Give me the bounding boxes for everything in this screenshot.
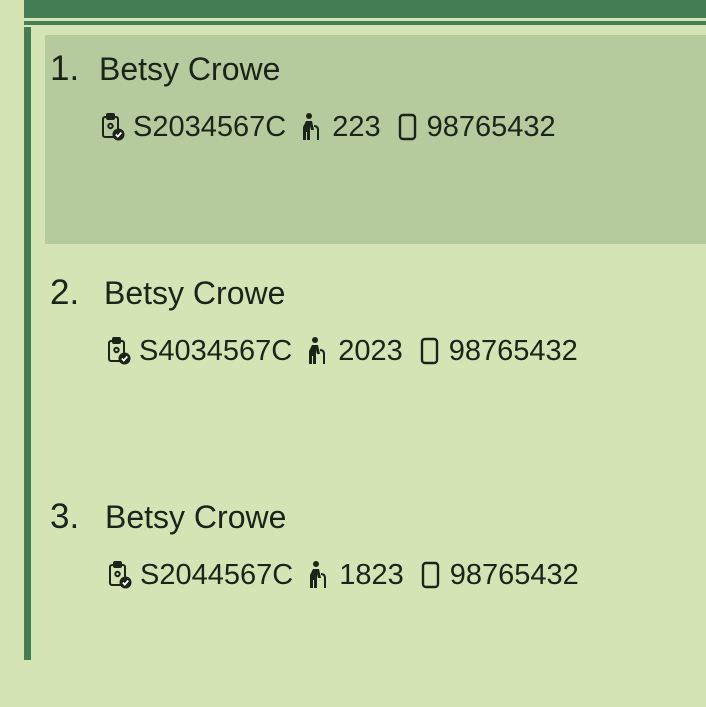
person-name: Betsy Crowe (105, 499, 287, 535)
clipboard-check-icon (107, 336, 133, 366)
person-index: 3. (50, 497, 80, 536)
header-divider (24, 21, 706, 25)
nric: S2034567C (133, 111, 287, 143)
header-bar (24, 0, 706, 18)
person-details: S4034567C 2023 98765432 (107, 335, 592, 367)
mobile-phone-icon (418, 560, 444, 590)
person-index: 1. (50, 49, 80, 88)
person-name: Betsy Crowe (99, 51, 281, 87)
person-index: 2. (50, 273, 80, 312)
mobile-phone-icon (395, 112, 421, 142)
age: 2023 (338, 335, 403, 367)
nric: S4034567C (139, 335, 293, 367)
person-details: S2044567C 1823 98765432 (108, 559, 593, 591)
person-card[interactable]: 1. Betsy Crowe S2034567C 223 98765432 (45, 35, 706, 244)
person-details: S2034567C 223 98765432 (101, 111, 570, 143)
person-card[interactable]: 2. Betsy Crowe S4034567C 2023 98765432 (45, 259, 706, 483)
age: 1823 (339, 559, 404, 591)
list-border (24, 27, 31, 660)
mobile-phone-icon (417, 336, 443, 366)
elderly-person-icon (307, 560, 333, 590)
phone: 98765432 (426, 111, 556, 143)
clipboard-check-icon (101, 112, 127, 142)
person-card[interactable]: 3. Betsy Crowe S2044567C 1823 98765432 (45, 483, 706, 707)
age: 223 (332, 111, 381, 143)
clipboard-check-icon (108, 560, 134, 590)
elderly-person-icon (300, 112, 326, 142)
phone: 98765432 (448, 335, 578, 367)
person-name: Betsy Crowe (104, 275, 286, 311)
person-list[interactable]: 1. Betsy Crowe S2034567C 223 98765432 2.… (45, 35, 706, 707)
elderly-person-icon (306, 336, 332, 366)
nric: S2044567C (140, 559, 294, 591)
phone: 98765432 (449, 559, 579, 591)
